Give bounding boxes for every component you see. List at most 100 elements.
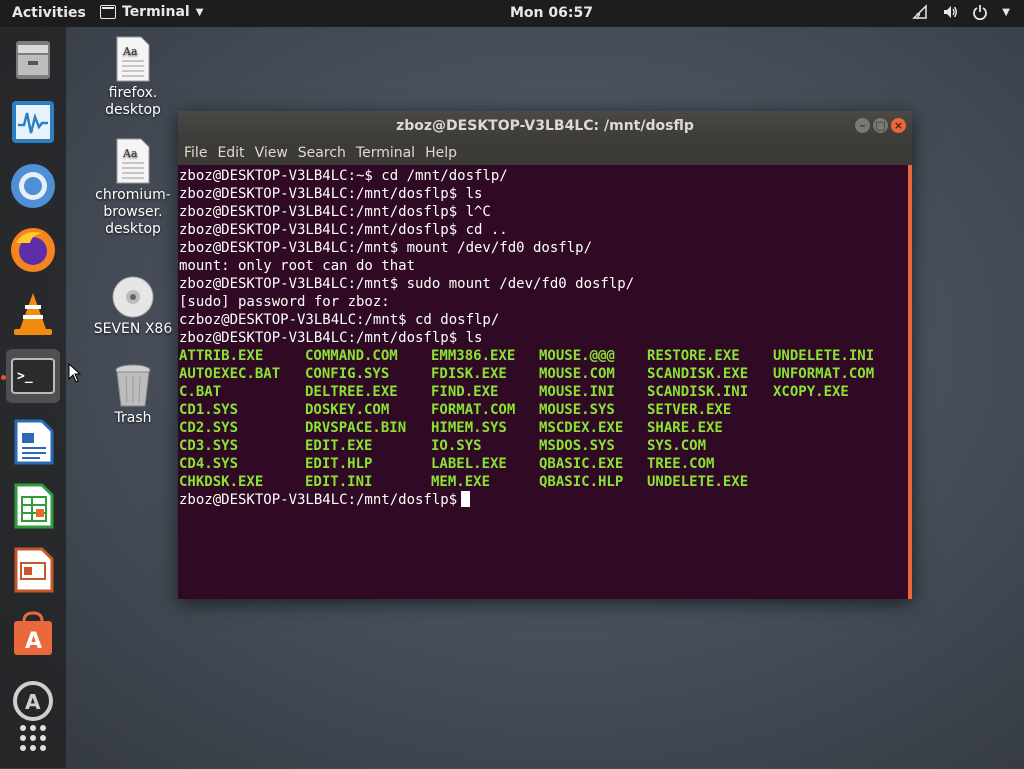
dock-writer[interactable] [6, 415, 60, 469]
desktop-icon-label: SEVEN X86 [93, 321, 173, 337]
ls-file-name: UNDELETE.INI [773, 348, 875, 364]
power-icon [973, 5, 988, 20]
ls-row: ATTRIB.EXE COMMAND.COM EMM386.EXE MOUSE.@@@… [179, 347, 908, 365]
prompt: zboz@DESKTOP-V3LB4LC:/mnt/dosflp$ [179, 492, 458, 508]
ls-file-name: EDIT.HLP [305, 456, 373, 472]
ls-file-name: XCOPY.EXE [773, 384, 849, 400]
dock-files[interactable] [6, 33, 60, 87]
dock-firefox[interactable] [6, 223, 60, 277]
terminal-output[interactable]: zboz@DESKTOP-V3LB4LC:~$ cd /mnt/dosflp/ … [178, 165, 912, 599]
ls-file-name [773, 419, 893, 437]
terminal-small-icon [100, 5, 116, 19]
ls-file-name: SCANDISK.INI [647, 384, 749, 400]
dock-terminal[interactable]: >_ [6, 349, 60, 403]
terminal-line: zboz@DESKTOP-V3LB4LC:/mnt/dosflp$ ls [179, 330, 483, 346]
ls-file-name: CD4.SYS [179, 456, 239, 472]
active-indicator [1, 375, 6, 380]
ls-file-name: UNFORMAT.COM [773, 366, 875, 382]
ls-file-name: EMM386.EXE [431, 348, 516, 364]
desktop-icon-label: firefox. desktop [105, 85, 161, 118]
terminal-line: zboz@DESKTOP-V3LB4LC:/mnt/dosflp$ cd .. [179, 222, 508, 238]
dock-show-applications[interactable] [6, 711, 60, 765]
menu-view[interactable]: View [255, 145, 296, 161]
menu-help[interactable]: Help [425, 145, 465, 161]
text-file-icon: Aa [116, 36, 150, 82]
ls-row: CD1.SYS DOSKEY.COM FORMAT.COM MOUSE.SYS SETV… [179, 401, 908, 419]
terminal-line: [sudo] password for zboz: [179, 294, 390, 310]
volume-icon [944, 6, 958, 18]
ls-row: CD4.SYS EDIT.HLP LABEL.EXE QBASIC.EXE TREE.C… [179, 455, 908, 473]
dock-system-monitor[interactable] [6, 95, 60, 149]
dock-impress[interactable] [6, 543, 60, 597]
svg-text:>_: >_ [17, 369, 33, 384]
ls-file-name: MOUSE.COM [539, 366, 615, 382]
app-menu[interactable]: Terminal ▼ [100, 4, 203, 20]
terminal-icon: >_ [11, 358, 55, 394]
dock-vlc[interactable] [6, 287, 60, 341]
disc-icon [112, 276, 154, 318]
activities-button[interactable]: Activities [12, 5, 86, 21]
ls-row: CHKDSK.EXE EDIT.INI MEM.EXE QBASIC.HLP UNDEL… [179, 473, 908, 491]
system-tray[interactable]: ? ▼ [912, 4, 1010, 20]
ls-file-name: CD3.SYS [179, 438, 239, 454]
minimize-button[interactable]: – [855, 118, 870, 133]
ls-row: CD2.SYS DRVSPACE.BIN HIMEM.SYS MSCDEX.EXE SH… [179, 419, 908, 437]
ls-file-name: CHKDSK.EXE [179, 474, 264, 490]
desktop-icon-seven-x86[interactable]: SEVEN X86 [83, 275, 183, 338]
ls-file-name: EDIT.EXE [305, 438, 373, 454]
ls-file-name [773, 455, 893, 473]
system-monitor-icon [12, 101, 54, 143]
terminal-prompt-line: zboz@DESKTOP-V3LB4LC:/mnt/dosflp$ [179, 491, 908, 509]
ls-file-name: FDISK.EXE [431, 366, 507, 382]
dock-calc[interactable] [6, 479, 60, 533]
terminal-line: zboz@DESKTOP-V3LB4LC:/mnt/dosflp$ ls [179, 186, 483, 202]
ls-file-name: UNDELETE.EXE [647, 474, 749, 490]
ls-file-name: C.BAT [179, 384, 222, 400]
clock[interactable]: Mon 06:57 [510, 5, 593, 21]
calc-icon [14, 483, 54, 529]
menu-file[interactable]: File [184, 145, 215, 161]
ls-file-name: EDIT.INI [305, 474, 373, 490]
chevron-down-icon: ▼ [195, 6, 204, 18]
menu-terminal[interactable]: Terminal [356, 145, 423, 161]
impress-icon [14, 547, 54, 593]
files-icon [16, 41, 50, 79]
ls-row: AUTOEXEC.BAT CONFIG.SYS FDISK.EXE MOUSE.COM… [179, 365, 908, 383]
terminal-line: czboz@DESKTOP-V3LB4LC:/mnt$ cd dosflp/ [179, 312, 500, 328]
ls-file-name: FIND.EXE [431, 384, 499, 400]
desktop-icon-firefox[interactable]: Aa firefox. desktop [83, 35, 183, 119]
ls-file-name: SHARE.EXE [647, 420, 723, 436]
software-center-icon: A [14, 611, 52, 655]
svg-text:Aa: Aa [122, 45, 138, 58]
mouse-pointer-icon [68, 363, 82, 383]
svg-text:Aa: Aa [122, 147, 138, 160]
ls-file-name: CD1.SYS [179, 402, 239, 418]
terminal-line: mount: only root can do that [179, 258, 416, 274]
dock-chromium[interactable] [6, 159, 60, 213]
dock-software-center[interactable]: A [6, 607, 60, 661]
writer-icon [14, 419, 54, 465]
maximize-button[interactable]: □ [873, 118, 888, 133]
terminal-line: zboz@DESKTOP-V3LB4LC:/mnt$ mount /dev/fd… [179, 240, 593, 256]
close-button[interactable]: × [891, 118, 906, 133]
ls-file-name: ATTRIB.EXE [179, 348, 264, 364]
ls-file-name: QBASIC.HLP [539, 474, 624, 490]
ls-listing: ATTRIB.EXE COMMAND.COM EMM386.EXE MOUSE.@@@… [179, 347, 908, 491]
app-menu-label: Terminal [122, 4, 190, 20]
network-icon: ? [912, 4, 928, 20]
menu-edit[interactable]: Edit [217, 145, 252, 161]
ls-file-name: QBASIC.EXE [539, 456, 624, 472]
ls-file-name: SYS.COM [647, 438, 707, 454]
ls-file-name: MEM.EXE [431, 474, 491, 490]
trash-icon [115, 364, 151, 407]
desktop-icon-chromium[interactable]: Aa chromium- browser. desktop [83, 137, 183, 238]
ls-file-name [773, 401, 893, 419]
ls-file-name: MOUSE.INI [539, 384, 615, 400]
terminal-window[interactable]: zboz@DESKTOP-V3LB4LC: /mnt/dosflp – □ × … [178, 111, 912, 599]
desktop-icon-trash[interactable]: Trash [83, 362, 183, 427]
ls-file-name: MOUSE.SYS [539, 402, 615, 418]
ls-file-name: MOUSE.@@@ [539, 348, 615, 364]
window-titlebar[interactable]: zboz@DESKTOP-V3LB4LC: /mnt/dosflp – □ × [178, 111, 912, 141]
menu-search[interactable]: Search [298, 145, 354, 161]
terminal-line: zboz@DESKTOP-V3LB4LC:/mnt/dosflp$ l^C [179, 204, 491, 220]
